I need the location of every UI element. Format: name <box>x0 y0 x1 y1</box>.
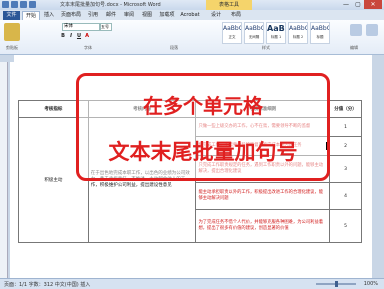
style-no-spacing[interactable]: AaBbCcDd 无间隔 <box>244 22 264 44</box>
style-normal[interactable]: AaBbCcDd 正文 <box>222 22 242 44</box>
tab-design[interactable]: 设计 <box>208 11 224 20</box>
style-sample-text: AaBbCcDd <box>245 25 263 32</box>
tutorial-callout: 在多个单元格 文本末尾批量加句号 <box>76 73 330 181</box>
underline-button[interactable]: U <box>76 33 82 39</box>
font-name-select[interactable]: 宋体 <box>62 23 100 31</box>
bold-button[interactable]: B <box>60 33 66 39</box>
tab-references[interactable]: 引用 <box>86 11 100 20</box>
save-icon[interactable] <box>11 1 18 8</box>
group-label-paragraph: 段落 <box>170 45 178 50</box>
tab-addins[interactable]: 加载项 <box>158 11 176 20</box>
styles-gallery: AaBbCcDd 正文 AaBbCcDd 无间隔 AaBl 标题 1 AaBbC… <box>222 22 330 44</box>
status-info: 页面：1/1 字数：312 中文(中国) 插入 <box>4 282 91 288</box>
font-size-select[interactable]: 五号 <box>100 23 112 31</box>
score-cell[interactable]: 4 <box>329 182 362 210</box>
find-icon[interactable] <box>366 24 378 36</box>
maximize-button[interactable]: ▢ <box>352 0 364 9</box>
ribbon-tab-bar: 文件 开始 插入 页面布局 引用 邮件 审阅 视图 加载项 Acrobat 设计… <box>0 10 384 21</box>
text-cursor <box>326 142 327 150</box>
word-app-icon[interactable] <box>2 1 9 8</box>
italic-button[interactable]: I <box>68 33 74 39</box>
change-styles-icon[interactable] <box>350 24 362 36</box>
table-tools-context-tab: 表格工具 <box>206 0 252 10</box>
score-cell[interactable]: 1 <box>329 117 362 137</box>
vertical-ruler[interactable] <box>0 62 8 278</box>
ribbon: 剪贴板 宋体 五号 B I U A 字体 段落 AaBbCcDd 正文 AaBb… <box>0 20 384 55</box>
score-cell[interactable]: 5 <box>329 209 362 243</box>
tab-page-layout[interactable]: 页面布局 <box>60 11 82 20</box>
style-heading-1[interactable]: AaBl 标题 1 <box>266 22 286 44</box>
quick-access-toolbar <box>2 1 36 9</box>
tab-layout[interactable]: 布局 <box>228 11 244 20</box>
group-label-font: 字体 <box>84 45 92 50</box>
tab-acrobat[interactable]: Acrobat <box>178 11 202 20</box>
header-score[interactable]: 分值（分） <box>329 100 362 118</box>
font-name-value: 宋体 <box>64 24 73 29</box>
style-name-text: 标题 1 <box>270 35 282 39</box>
style-name-text: 标题 2 <box>292 35 304 39</box>
tab-mailings[interactable]: 邮件 <box>104 11 118 20</box>
tab-view[interactable]: 视图 <box>140 11 154 20</box>
group-label-clipboard: 剪贴板 <box>6 45 18 50</box>
format-buttons: B I U A <box>60 33 90 39</box>
style-name-text: 标题 <box>316 35 324 39</box>
paste-icon[interactable] <box>4 23 20 41</box>
callout-line-1: 在多个单元格 <box>143 94 263 118</box>
window-title: 文本末尾批量加句号.docx - Microsoft Word <box>60 2 161 8</box>
style-title[interactable]: AaBbC 标题 <box>310 22 330 44</box>
zoom-level[interactable]: 100% <box>364 281 378 287</box>
style-sample-text: AaBbC <box>311 25 329 32</box>
style-sample-text: AaBl <box>267 24 285 33</box>
font-size-value: 五号 <box>101 24 109 29</box>
editing-tools <box>350 24 378 36</box>
zoom-slider-handle[interactable] <box>335 281 338 287</box>
group-label-styles: 样式 <box>262 45 270 50</box>
style-sample-text: AaBbC <box>289 25 307 32</box>
font-color-button[interactable]: A <box>84 33 90 39</box>
score-cell[interactable]: 3 <box>329 155 362 183</box>
tab-file[interactable]: 文件 <box>3 11 20 20</box>
style-name-text: 正文 <box>228 35 236 39</box>
title-bar: 文本末尾批量加句号.docx - Microsoft Word 表格工具 — ▢… <box>0 0 384 10</box>
window-controls: — ▢ ✕ <box>340 0 382 9</box>
undo-icon[interactable] <box>20 1 27 8</box>
callout-line-2: 文本末尾批量加句号 <box>108 140 298 164</box>
style-heading-2[interactable]: AaBbC 标题 2 <box>288 22 308 44</box>
status-bar: 页面：1/1 字数：312 中文(中国) 插入 100% <box>0 278 384 289</box>
style-name-text: 无间隔 <box>248 35 260 39</box>
document-page[interactable]: 考核指标 考核内容 考核标准细则 分值（分） 积极主动 在于出色地完成本职工作，… <box>10 62 372 278</box>
group-label-editing: 编辑 <box>350 45 358 50</box>
standard-cell[interactable]: 能主动承担职责以外的工作，积极提出改进工作的合理化建议，能够主动解决问题 <box>195 182 331 210</box>
score-cell[interactable]: 2 <box>329 136 362 156</box>
close-button[interactable]: ✕ <box>364 0 382 9</box>
standard-cell[interactable]: 为了完成任务不惜个人代价，并能够克服各种困难，为公司利益着想，提出了很多有价值的… <box>195 209 331 243</box>
tab-insert[interactable]: 插入 <box>42 11 56 20</box>
tab-review[interactable]: 审阅 <box>122 11 136 20</box>
redo-icon[interactable] <box>29 1 36 8</box>
style-sample-text: AaBbCcDd <box>223 25 241 32</box>
minimize-button[interactable]: — <box>340 0 352 9</box>
